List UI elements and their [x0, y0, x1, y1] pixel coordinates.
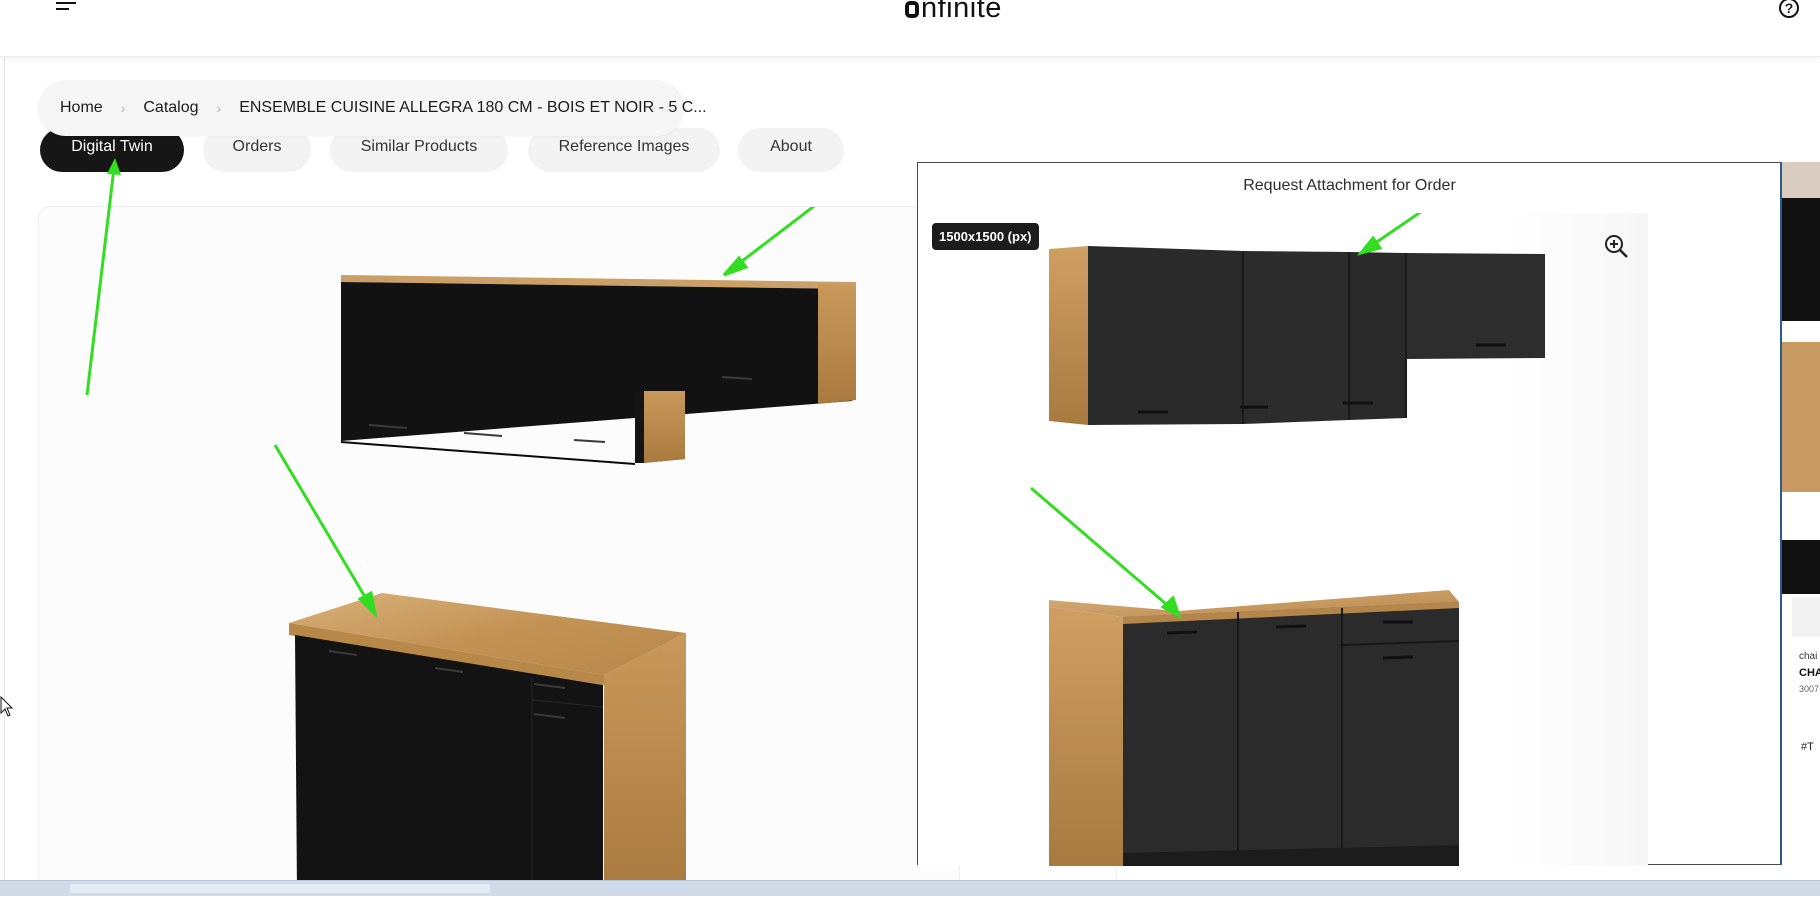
panel-tag[interactable]: #T [1801, 741, 1814, 753]
breadcrumb-home-link[interactable]: Home [60, 99, 103, 117]
panel-item-name: CHA [1799, 667, 1820, 679]
brand-logo[interactable]: nfinite [905, 0, 1002, 25]
right-side-panel [1780, 162, 1820, 865]
request-attachment-modal: Request Attachment for Order 1500x1500 (… [917, 162, 1782, 866]
top-bar: nfinite ? [0, 0, 1820, 57]
preview-render-kitchen-set [1030, 196, 1545, 866]
thumbnail-strip [1782, 162, 1820, 637]
breadcrumb-catalog-link[interactable]: Catalog [143, 99, 198, 117]
tab-about[interactable]: About [738, 128, 844, 172]
left-rail-divider [4, 0, 5, 880]
help-circle-icon[interactable]: ? [1779, 0, 1799, 18]
breadcrumb-product-current: ENSEMBLE CUISINE ALLEGRA 180 CM - BOIS E… [239, 99, 707, 116]
horizontal-scrollbar[interactable] [0, 880, 1820, 896]
image-size-badge: 1500x1500 (px) [932, 223, 1039, 250]
hamburger-menu-icon[interactable] [56, 0, 80, 18]
breadcrumb: Home › Catalog › ENSEMBLE CUISINE ALLEGR… [38, 80, 707, 136]
panel-item-category: chai [1799, 651, 1818, 662]
annotation-arrow [85, 158, 121, 396]
chevron-right-icon: › [120, 100, 126, 116]
scrollbar-thumb[interactable] [70, 884, 490, 893]
panel-item-id: 3007 [1799, 684, 1820, 694]
logo-glyph-icon [905, 1, 919, 18]
mouse-cursor-icon [0, 696, 14, 717]
attachment-preview-image[interactable] [918, 196, 1648, 866]
logo-text: nfinite [921, 0, 1002, 24]
product-render-kitchen-set [273, 195, 856, 893]
digital-twin-viewer[interactable] [38, 195, 960, 894]
modal-title: Request Attachment for Order [1243, 177, 1456, 194]
zoom-in-icon[interactable] [1603, 233, 1629, 259]
chevron-right-icon: › [216, 100, 222, 116]
